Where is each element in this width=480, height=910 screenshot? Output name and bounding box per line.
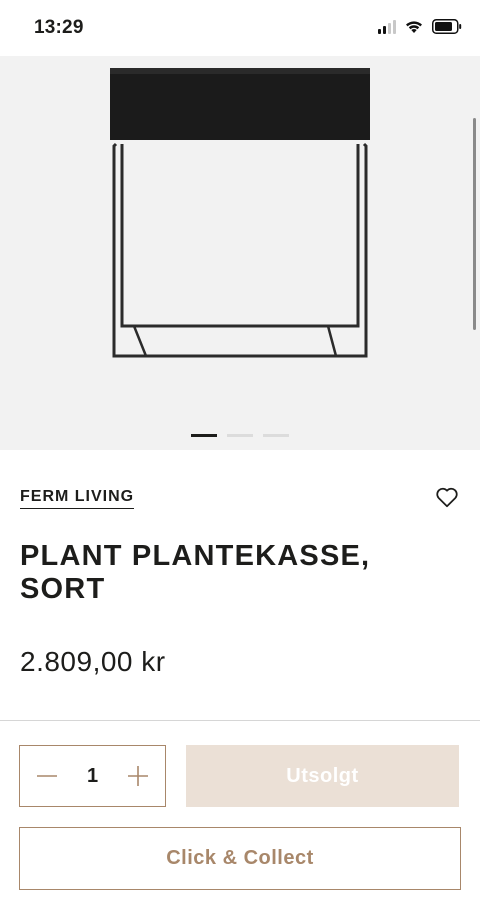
plus-icon: [128, 766, 148, 786]
increase-quantity-button[interactable]: [121, 759, 155, 793]
gallery-dot-3[interactable]: [263, 434, 289, 437]
quantity-input[interactable]: [77, 764, 108, 788]
signal-icon: [378, 19, 396, 34]
wifi-icon: [406, 21, 422, 33]
product-title: PLANT PLANTEKASSE, SORT: [20, 540, 371, 605]
scroll-indicator[interactable]: [473, 118, 476, 330]
sold-out-button[interactable]: Utsolgt: [186, 745, 459, 807]
heart-icon: [436, 487, 458, 508]
status-bar: 13:29: [0, 0, 480, 56]
status-time: 13:29: [34, 17, 84, 38]
decrease-quantity-button[interactable]: [30, 759, 64, 793]
product-image: [110, 68, 370, 358]
quantity-stepper: [19, 745, 166, 807]
click-and-collect-button[interactable]: Click & Collect: [19, 827, 461, 890]
minus-icon: [37, 775, 57, 777]
product-gallery[interactable]: [0, 56, 480, 450]
divider: [0, 720, 480, 721]
gallery-dot-2[interactable]: [227, 434, 253, 437]
battery-icon: [432, 19, 462, 34]
gallery-pagination: [0, 434, 480, 437]
brand-link[interactable]: FERM LIVING: [20, 488, 135, 509]
gallery-dot-1[interactable]: [191, 434, 217, 437]
wishlist-button[interactable]: [434, 484, 460, 510]
status-icons: [378, 19, 462, 34]
product-price: 2.809,00 kr: [20, 646, 166, 677]
